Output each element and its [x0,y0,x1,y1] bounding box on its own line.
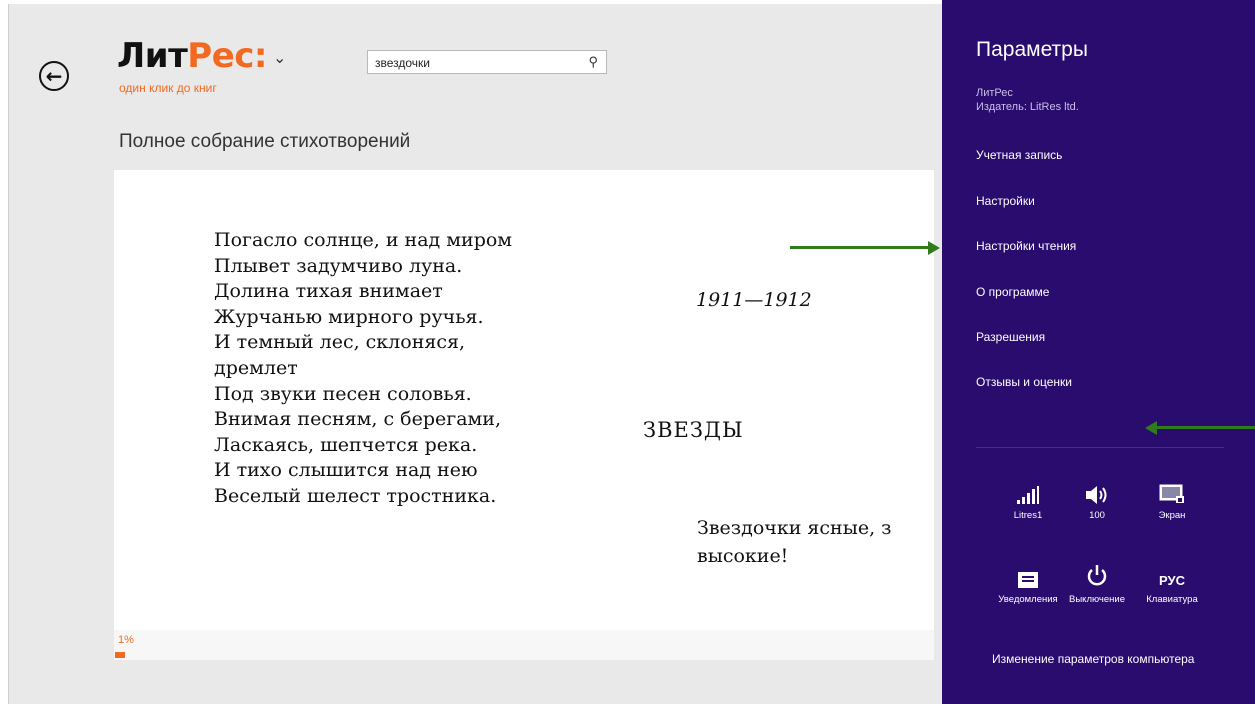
search-input[interactable]: звездочки ⚲ [367,50,607,74]
annotation-arrow-line [1156,426,1255,429]
search-input-value: звездочки [375,56,431,70]
change-pc-settings-link[interactable]: Изменение параметров компьютера [992,652,1194,666]
chevron-down-icon[interactable]: ⌄ [273,48,286,67]
progress-bar-fill [115,652,125,658]
poem-line: Ласкаясь, шепчется река. [214,433,478,456]
next-poem-line: Звездочки ясные, з [697,517,892,539]
poem-line: Погасло солнце, и над миром [214,229,513,251]
menu-item-about[interactable]: О программе [976,285,1049,299]
litres-logo[interactable]: ЛитРес: ⌄ [117,36,286,76]
poem-line: Под звуки песен соловья. [214,382,472,405]
quick-volume[interactable]: 100 [1057,476,1137,521]
poem-line: Долина тихая внимает [214,280,443,303]
progress-percent: 1% [118,634,134,646]
back-arrow-icon[interactable]: ← [39,61,69,91]
poem-line: Журчанью мирного ручья. [214,305,484,328]
logo-text: Лит [117,36,188,76]
charm-app-name: ЛитРес [976,87,1013,99]
quick-keyboard[interactable]: РУС Клавиатура [1132,560,1212,605]
quick-keyboard-label: Клавиатура [1146,594,1198,605]
menu-item-reading-settings[interactable]: Настройки чтения [976,239,1076,253]
quick-notifications[interactable]: Уведомления [988,560,1068,605]
next-poem-text: Звездочки ясные, з высокие! [697,514,892,570]
quick-network-label: Litres1 [1013,510,1043,521]
quick-power[interactable]: Выключение [1057,560,1137,605]
quick-screen[interactable]: Экран [1132,476,1212,521]
reader-page[interactable]: Погасло солнце, и над миром Плывет задумч… [114,170,934,630]
poem-text: Погасло солнце, и над миром Плывет задумч… [214,228,594,510]
poem-line: Внимая песням, с берегами, [214,408,502,431]
charm-app-info: ЛитРес Издатель: LitRes ltd. [976,86,1079,114]
poem-line: Плывет задумчиво луна. [214,254,463,277]
book-title: Полное собрание стихотворений [119,131,411,152]
charm-title: Параметры [976,38,1088,61]
charm-publisher: Издатель: LitRes ltd. [976,101,1079,113]
logo-accent-text: Рес: [187,36,268,76]
chapter-title: ЗВЕЗДЫ [643,418,744,442]
logo-tagline: один клик до книг [119,81,217,95]
wifi-signal-icon [988,476,1068,504]
quick-notifications-label: Уведомления [998,594,1058,605]
screen-brightness-icon [1132,476,1212,504]
reading-progress[interactable]: 1% [114,630,934,660]
poem-line: И тихо слышится над нею [214,459,478,482]
quick-screen-label: Экран [1158,510,1186,521]
keyboard-icon: РУС [1159,573,1185,588]
menu-item-reviews[interactable]: Отзывы и оценки [976,375,1072,389]
next-poem-line: высокие! [697,545,789,567]
menu-item-account[interactable]: Учетная запись [976,148,1062,162]
settings-charm-panel: Параметры ЛитРес Издатель: LitRes ltd. У… [942,0,1255,704]
menu-item-permissions[interactable]: Разрешения [976,330,1045,344]
poem-line: И темный лес, склоняся, [214,331,466,354]
annotation-arrow-line [790,246,930,249]
menu-item-settings[interactable]: Настройки [976,194,1035,208]
poem-line: Веселый шелест тростника. [214,484,497,507]
poem-date: 1911—1912 [696,289,812,311]
quick-power-label: Выключение [1069,594,1125,605]
quick-volume-label: 100 [1089,510,1105,521]
notifications-icon [988,560,1068,588]
volume-icon [1057,476,1137,504]
power-icon [1057,560,1137,588]
annotation-arrow-right-icon [928,241,940,255]
charm-divider [976,447,1224,448]
quick-network[interactable]: Litres1 [988,476,1068,521]
annotation-arrow-left-icon [1145,421,1157,435]
search-icon[interactable]: ⚲ [588,54,598,70]
poem-line: дремлет [214,356,298,379]
